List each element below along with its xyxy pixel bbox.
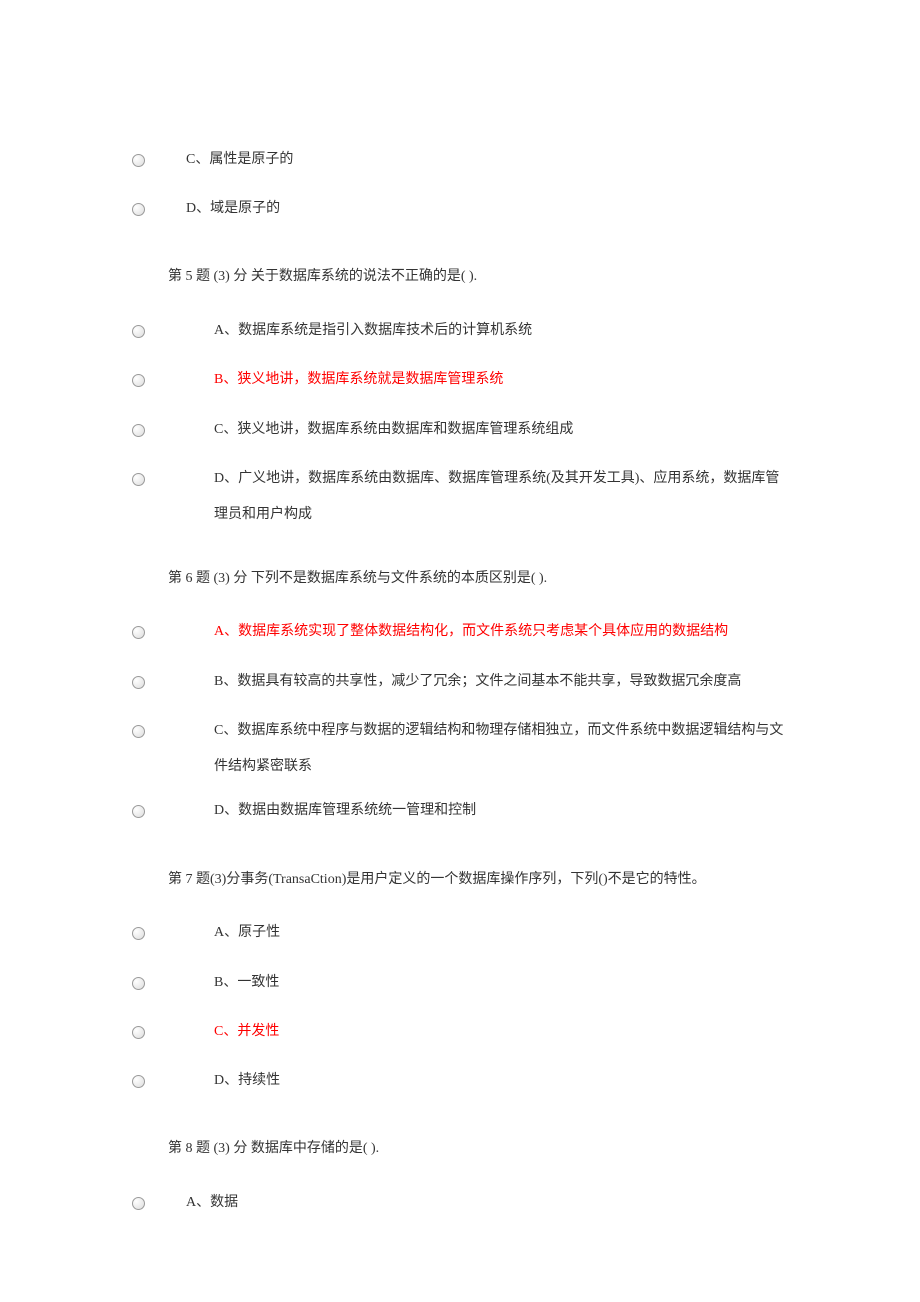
radio-cell [130, 913, 186, 956]
radio-cell [130, 189, 186, 232]
q6-option-d-text: D、数据由数据库管理系统统一管理和控制 [186, 791, 790, 829]
q5-option-d-radio[interactable] [132, 473, 145, 486]
q6-option-c-row: C、数据库系统中程序与数据的逻辑结构和物理存储相独立，而文件系统中数据逻辑结构与… [130, 711, 790, 786]
q7-option-b-radio[interactable] [132, 977, 145, 990]
q7-option-d-row: D、持续性 [130, 1061, 790, 1104]
q5-option-b-radio[interactable] [132, 374, 145, 387]
radio-cell [130, 311, 186, 354]
radio-cell [130, 360, 186, 403]
radio-cell [130, 1012, 186, 1055]
radio-cell [130, 711, 186, 754]
radio-cell [130, 612, 186, 655]
q8-option-a-radio[interactable] [132, 1197, 145, 1210]
q7-option-b-row: B、一致性 [130, 963, 790, 1006]
q5-option-d-text: D、广义地讲，数据库系统由数据库、数据库管理系统(及其开发工具)、应用系统，数据… [186, 459, 790, 534]
radio-cell [130, 963, 186, 1006]
radio-cell [130, 459, 186, 502]
q5-option-b-text: B、狭义地讲，数据库系统就是数据库管理系统 [186, 360, 790, 398]
radio-cell [130, 140, 186, 183]
q7-option-b-text: B、一致性 [186, 963, 790, 1001]
q7-option-d-text: D、持续性 [186, 1061, 790, 1099]
radio-cell [130, 1061, 186, 1104]
q8-option-a-row: A、数据 [130, 1183, 790, 1226]
q4-option-c-row: C、属性是原子的 [130, 140, 790, 183]
q8-title: 第 8 题 (3) 分 数据库中存储的是( ). [168, 1134, 790, 1165]
q5-option-a-row: A、数据库系统是指引入数据库技术后的计算机系统 [130, 311, 790, 354]
q7-option-c-text: C、并发性 [186, 1012, 790, 1050]
q5-option-b-row: B、狭义地讲，数据库系统就是数据库管理系统 [130, 360, 790, 403]
q6-option-a-text: A、数据库系统实现了整体数据结构化，而文件系统只考虑某个具体应用的数据结构 [186, 612, 790, 650]
q6-option-b-text: B、数据具有较高的共享性，减少了冗余；文件之间基本不能共享，导致数据冗余度高 [186, 662, 790, 700]
q6-option-d-row: D、数据由数据库管理系统统一管理和控制 [130, 791, 790, 834]
q7-option-d-radio[interactable] [132, 1075, 145, 1088]
q5-option-c-text: C、狭义地讲，数据库系统由数据库和数据库管理系统组成 [186, 410, 790, 448]
q6-option-b-row: B、数据具有较高的共享性，减少了冗余；文件之间基本不能共享，导致数据冗余度高 [130, 662, 790, 705]
q6-option-a-row: A、数据库系统实现了整体数据结构化，而文件系统只考虑某个具体应用的数据结构 [130, 612, 790, 655]
q5-option-d-row: D、广义地讲，数据库系统由数据库、数据库管理系统(及其开发工具)、应用系统，数据… [130, 459, 790, 534]
q6-option-d-radio[interactable] [132, 805, 145, 818]
q7-title: 第 7 题(3)分事务(TransaCtion)是用户定义的一个数据库操作序列，… [168, 865, 790, 896]
q5-option-c-radio[interactable] [132, 424, 145, 437]
q5-option-a-radio[interactable] [132, 325, 145, 338]
q7-option-a-row: A、原子性 [130, 913, 790, 956]
q7-option-a-radio[interactable] [132, 927, 145, 940]
q7-option-c-radio[interactable] [132, 1026, 145, 1039]
q4-option-d-row: D、域是原子的 [130, 189, 790, 232]
q6-option-a-radio[interactable] [132, 626, 145, 639]
q5-title: 第 5 题 (3) 分 关于数据库系统的说法不正确的是( ). [168, 262, 790, 293]
q4-option-d-text: D、域是原子的 [186, 189, 790, 227]
q6-option-b-radio[interactable] [132, 676, 145, 689]
q4-option-c-radio[interactable] [132, 154, 145, 167]
q6-title: 第 6 题 (3) 分 下列不是数据库系统与文件系统的本质区别是( ). [168, 564, 790, 595]
radio-cell [130, 410, 186, 453]
radio-cell [130, 662, 186, 705]
radio-cell [130, 791, 186, 834]
q4-option-c-text: C、属性是原子的 [186, 140, 790, 178]
radio-cell [130, 1183, 186, 1226]
q5-option-c-row: C、狭义地讲，数据库系统由数据库和数据库管理系统组成 [130, 410, 790, 453]
q7-option-c-row: C、并发性 [130, 1012, 790, 1055]
q8-option-a-text: A、数据 [186, 1183, 790, 1221]
q6-option-c-radio[interactable] [132, 725, 145, 738]
q7-option-a-text: A、原子性 [186, 913, 790, 951]
q4-option-d-radio[interactable] [132, 203, 145, 216]
q6-option-c-text: C、数据库系统中程序与数据的逻辑结构和物理存储相独立，而文件系统中数据逻辑结构与… [186, 711, 790, 786]
q5-option-a-text: A、数据库系统是指引入数据库技术后的计算机系统 [186, 311, 790, 349]
